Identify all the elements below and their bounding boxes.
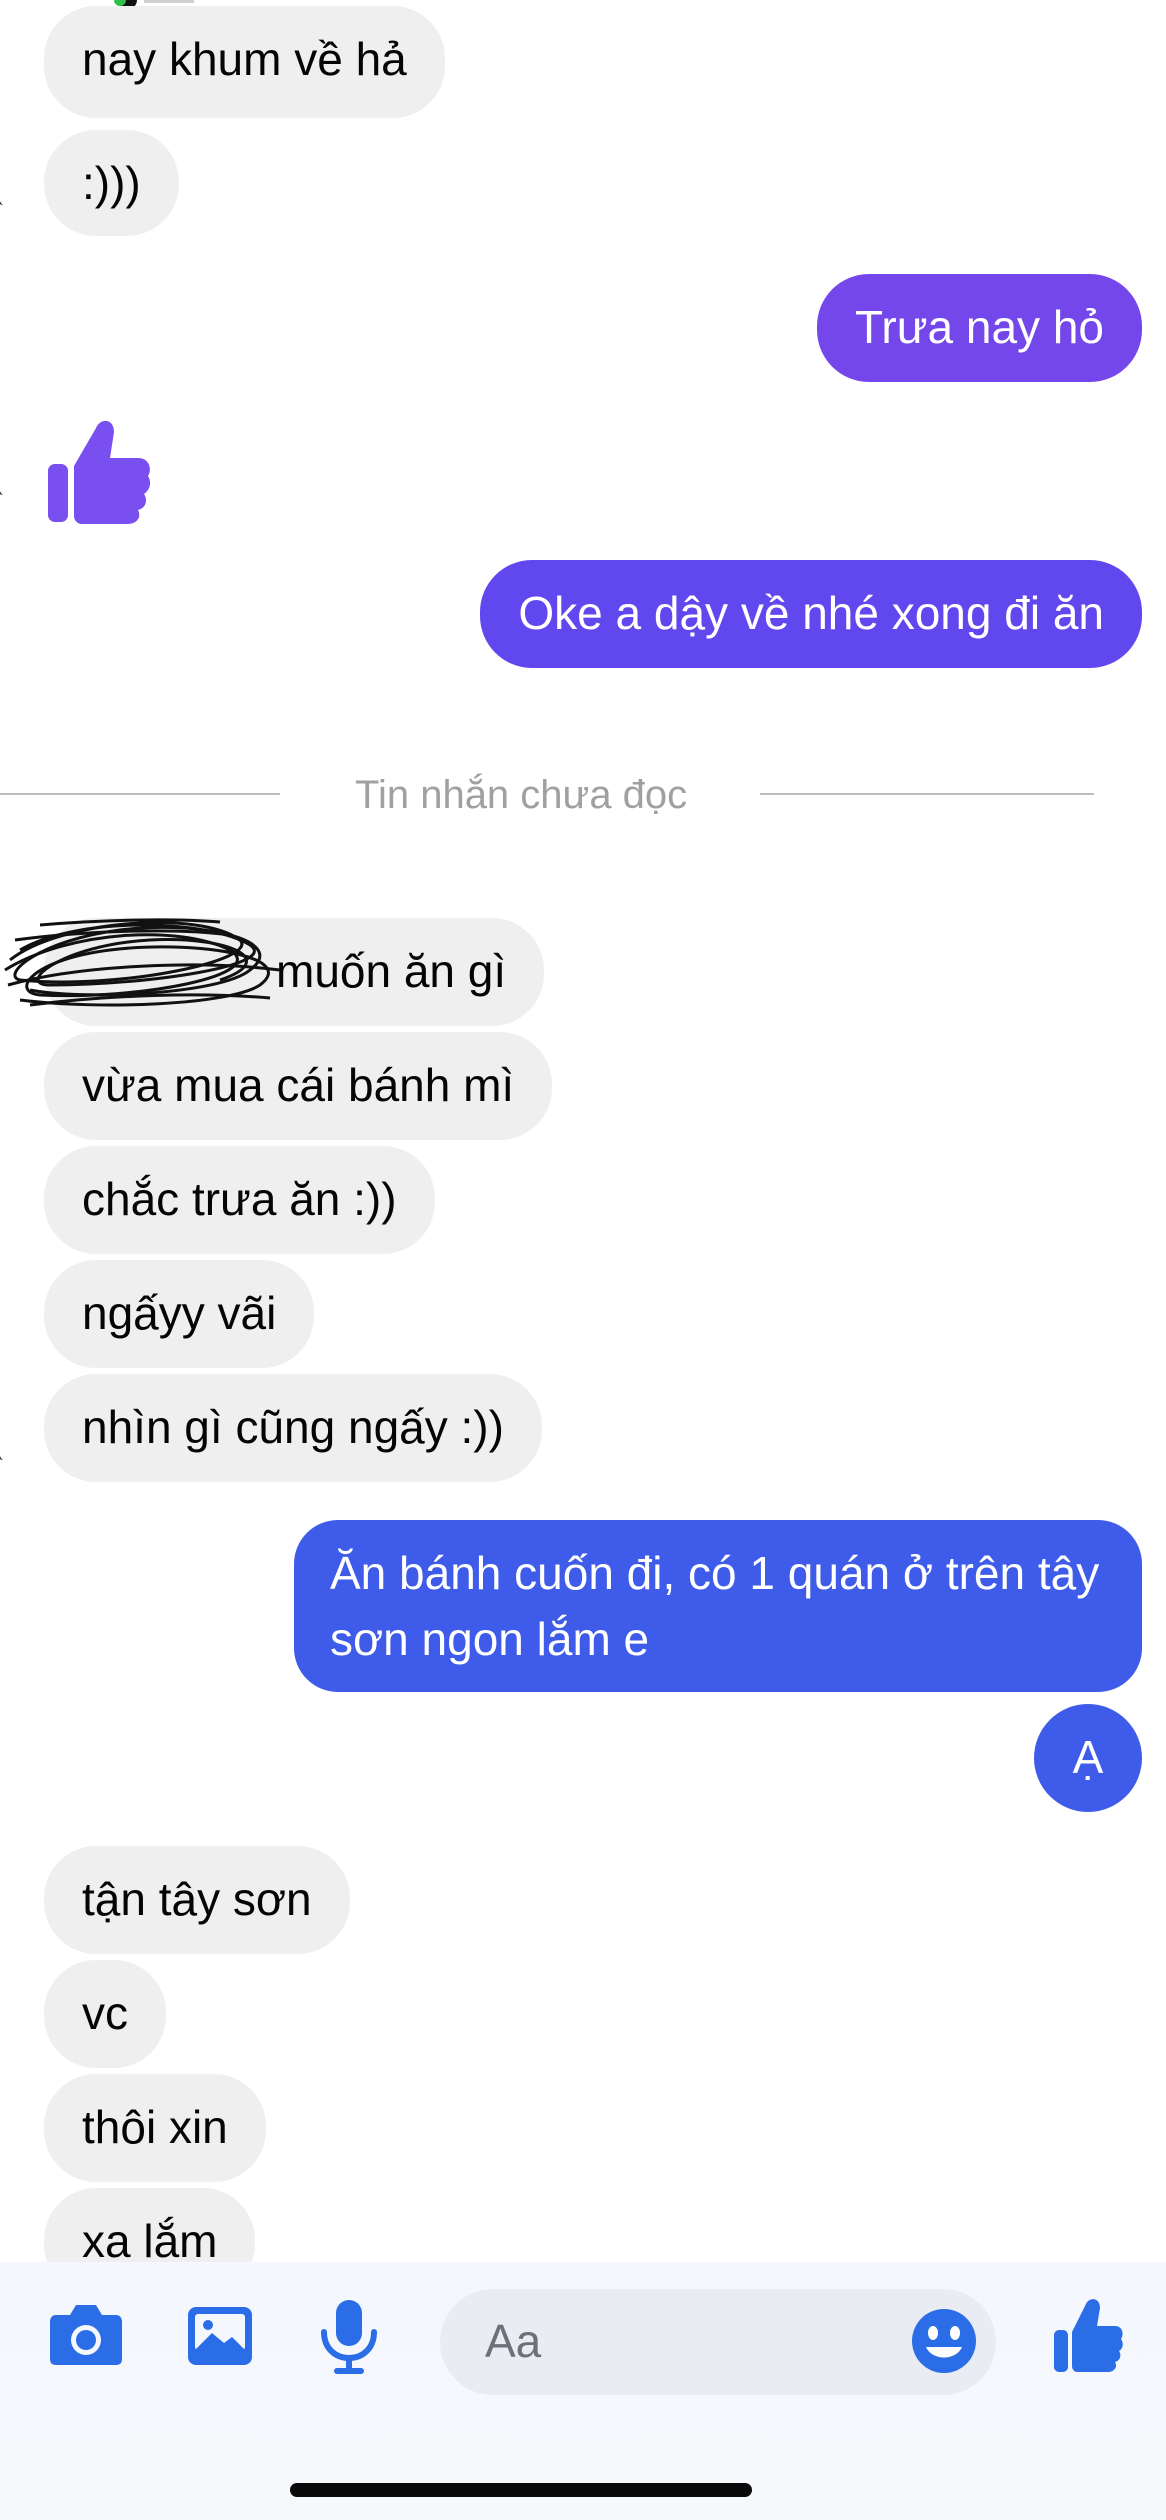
message-text: Ăn bánh cuốn đi, có 1 quán ở trên tây sơ… [330, 1547, 1100, 1665]
message-text: vc [82, 1987, 128, 2039]
divider-line-left [0, 793, 280, 795]
divider-line-right [760, 793, 1094, 795]
incoming-message[interactable]: vc [44, 1960, 166, 2068]
incoming-message[interactable]: thôi xin [44, 2074, 266, 2182]
avatar-edge [0, 165, 13, 205]
message-text: tận tây sơn [82, 1873, 312, 1925]
outgoing-message[interactable]: Trưa nay hỏ [817, 274, 1142, 382]
avatar-edge [0, 1420, 13, 1460]
message-text: xa lắm [82, 2215, 218, 2262]
outgoing-message[interactable]: Ăn bánh cuốn đi, có 1 quán ở trên tây sơ… [294, 1520, 1142, 1692]
incoming-message[interactable]: tận tây sơn [44, 1846, 350, 1954]
home-indicator [290, 2483, 752, 2497]
message-text: ngấyy vãi [82, 1287, 277, 1339]
incoming-message[interactable]: nay khum về hả [44, 6, 445, 118]
outgoing-message[interactable]: Oke a dậy về nhé xong đi ăn [480, 560, 1142, 668]
incoming-message[interactable]: vừa mua cái bánh mì [44, 1032, 553, 1140]
message-text: vừa mua cái bánh mì [82, 1059, 515, 1111]
thumbs-up-icon[interactable] [1052, 2296, 1124, 2374]
message-text: Ạ [1072, 1731, 1104, 1783]
message-text: chắc trưa ăn :)) [82, 1173, 397, 1225]
message-text: muốn ăn gì [276, 945, 507, 997]
incoming-message[interactable]: chắc trưa ăn :)) [44, 1146, 435, 1254]
outgoing-message[interactable]: Ạ [1034, 1704, 1142, 1812]
message-text: thôi xin [82, 2101, 228, 2153]
message-text: nhìn gì cũng ngấy :)) [82, 1401, 504, 1453]
incoming-message[interactable]: xa lắm [44, 2188, 256, 2262]
camera-icon[interactable] [48, 2303, 124, 2367]
thumbs-up-icon[interactable] [44, 414, 154, 526]
photo-icon[interactable] [186, 2305, 254, 2367]
microphone-icon[interactable] [318, 2298, 380, 2376]
unread-divider-label: Tin nhắn chưa đọc [355, 773, 688, 817]
message-text: Trưa nay hỏ [855, 301, 1104, 353]
incoming-message[interactable]: ngấyy vãi [44, 1260, 315, 1368]
emoji-icon[interactable] [910, 2307, 978, 2375]
avatar-edge [0, 2228, 13, 2262]
message-text: Oke a dậy về nhé xong đi ăn [518, 587, 1104, 639]
incoming-message[interactable]: nhìn gì cũng ngấy :)) [44, 1374, 542, 1482]
message-text: :))) [82, 157, 141, 209]
incoming-message[interactable]: :))) [44, 130, 179, 236]
avatar-edge [0, 455, 13, 495]
message-thread[interactable]: nay khum về hả :))) Trưa nay hỏ Oke a dậ… [0, 0, 1166, 2262]
message-input-placeholder: Aa [485, 2315, 542, 2367]
message-text: nay khum về hả [82, 33, 407, 85]
redaction-scribble [4, 918, 281, 1007]
